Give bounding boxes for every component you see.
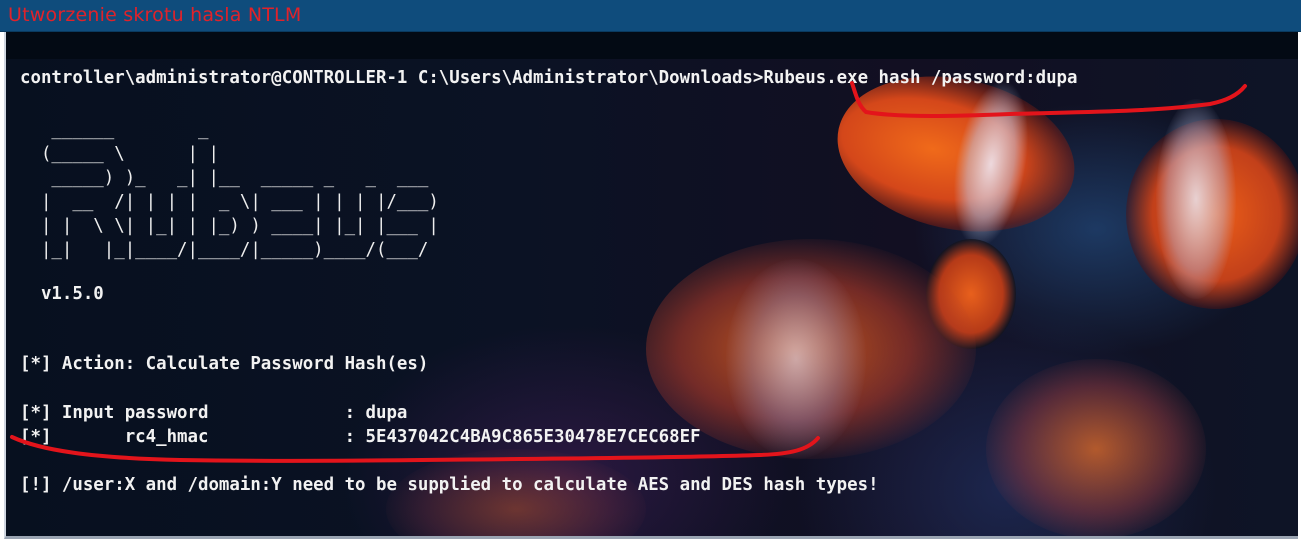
banner-line: _____) )_ _| |__ _____ _ _ ___ — [20, 168, 429, 188]
banner-line: | | \ \| |_| | |_) ) ____| |_| |___ | — [20, 216, 439, 236]
clownfish-right-stripe — [1156, 99, 1236, 299]
action-line: [*] Action: Calculate Password Hash(es) — [20, 354, 429, 374]
input-password-line: [*] Input password : dupa — [20, 403, 408, 423]
terminal-window[interactable]: controller\administrator@CONTROLLER-1 C:… — [4, 32, 1298, 539]
prompt-command-line[interactable]: controller\administrator@CONTROLLER-1 C:… — [20, 66, 1077, 90]
rc4-hmac-line: [*] rc4_hmac : 5E437042C4BA9C865E30478E7… — [20, 427, 701, 447]
banner-line: (_____ \ | | — [20, 144, 219, 164]
caption-bar: Utworzenie skrotu hasla NTLM — [0, 0, 1301, 32]
banner-line: |_| |_|____/|____/|_____)____/(___/ — [20, 240, 429, 260]
warning-line: [!] /user:X and /domain:Y need to be sup… — [20, 475, 879, 495]
banner-line: ______ _ — [20, 120, 209, 140]
banner-line: | __ /| | | | _ \| ___ | | | |/___) — [20, 192, 439, 212]
caption-title: Utworzenie skrotu hasla NTLM — [8, 4, 302, 26]
clownfish-bottom-stripe — [726, 259, 866, 459]
rubeus-ascii-banner: ______ _ (_____ \ | | _____) )_ _| |__ _… — [20, 118, 439, 262]
terminal-top-band — [6, 32, 1298, 59]
clownfish-lower-right — [986, 359, 1206, 536]
version-line: v1.5.0 — [20, 284, 104, 304]
